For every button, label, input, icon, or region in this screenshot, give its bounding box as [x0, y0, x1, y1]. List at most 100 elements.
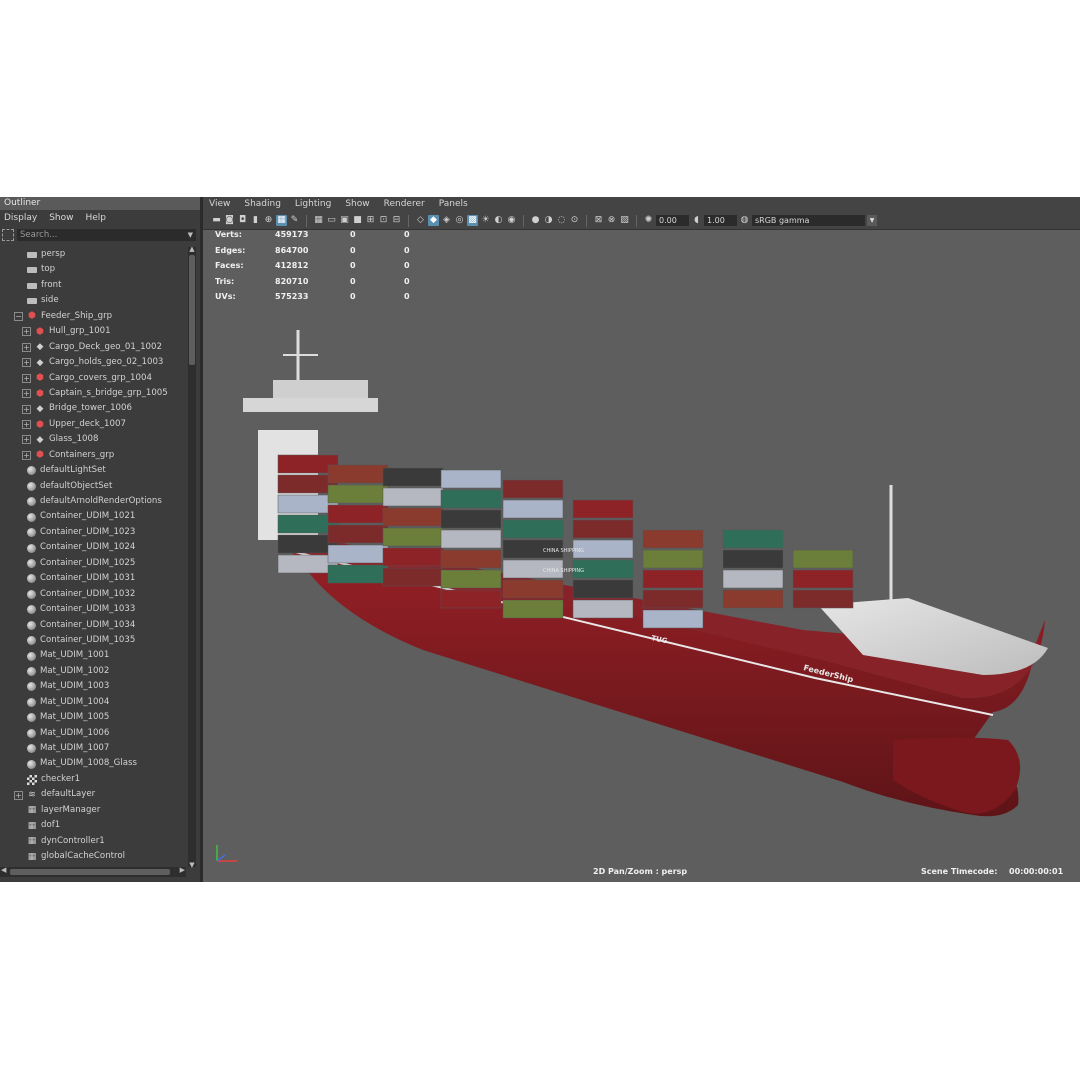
outliner-item[interactable]: Container_UDIM_1024	[0, 540, 186, 555]
expand-icon[interactable]: +	[22, 450, 31, 460]
scroll-up-icon[interactable]: ▲	[188, 245, 196, 253]
menu-view[interactable]: View	[209, 197, 230, 212]
outliner-item[interactable]: − ⬢ Feeder_Ship_grp	[0, 309, 186, 324]
outliner-item[interactable]: + ⬢ Hull_grp_1001	[0, 324, 186, 339]
default-material-icon[interactable]: ◈	[441, 215, 452, 226]
expand-icon[interactable]: +	[22, 358, 31, 368]
scroll-right-icon[interactable]: ▶	[180, 866, 185, 874]
gamma-field[interactable]: 1.00	[704, 215, 737, 226]
outliner-item[interactable]: + ⬢ Containers_grp	[0, 448, 186, 463]
gamma-icon[interactable]: ◖	[691, 215, 702, 226]
smooth-shade-icon[interactable]: ◆	[428, 215, 439, 226]
shadows-icon[interactable]: ◐	[493, 215, 504, 226]
outliner-item[interactable]: ▦ dynController1	[0, 834, 186, 849]
scroll-down-icon[interactable]: ▼	[188, 861, 196, 869]
outliner-item[interactable]: side	[0, 293, 186, 308]
outliner-item[interactable]: Container_UDIM_1031	[0, 571, 186, 586]
chevron-down-icon[interactable]: ▼	[867, 215, 877, 226]
expand-icon[interactable]: +	[22, 389, 31, 399]
outliner-item[interactable]: + ◆ Glass_1008	[0, 432, 186, 447]
outliner-item[interactable]: defaultObjectSet	[0, 479, 186, 494]
outliner-item[interactable]: Container_UDIM_1025	[0, 556, 186, 571]
gate-mask-icon[interactable]: ■	[352, 215, 363, 226]
expand-icon[interactable]: +	[22, 420, 31, 430]
outliner-item[interactable]: ▦ dof1	[0, 818, 186, 833]
outliner-item[interactable]: persp	[0, 247, 186, 262]
outliner-item[interactable]: Container_UDIM_1035	[0, 633, 186, 648]
bookmark-icon[interactable]: ◘	[237, 215, 248, 226]
viewport-panel[interactable]: View Shading Lighting Show Renderer Pane…	[203, 197, 1080, 882]
ambient-occlusion-icon[interactable]: ●	[530, 215, 541, 226]
menu-shading[interactable]: Shading	[244, 197, 281, 212]
scrollbar-thumb[interactable]	[189, 255, 195, 365]
outliner-item[interactable]: ▦ layerManager	[0, 803, 186, 818]
outliner-item[interactable]: + ⬢ Captain_s_bridge_grp_1005	[0, 386, 186, 401]
outliner-item[interactable]: + ⬢ Cargo_covers_grp_1004	[0, 371, 186, 386]
two-d-pan-icon[interactable]: ⊕	[263, 215, 274, 226]
outliner-item[interactable]: Mat_UDIM_1003	[0, 679, 186, 694]
menu-show[interactable]: Show	[345, 197, 369, 212]
wireframe-icon[interactable]: ◇	[415, 215, 426, 226]
outliner-item[interactable]: Container_UDIM_1033	[0, 602, 186, 617]
outliner-horizontal-scrollbar[interactable]: ◀ ▶	[0, 866, 186, 877]
film-gate-icon[interactable]: ▭	[326, 215, 337, 226]
outliner-item[interactable]: Mat_UDIM_1002	[0, 664, 186, 679]
chevron-down-icon[interactable]: ▼	[188, 229, 193, 241]
collapse-icon[interactable]: −	[14, 311, 23, 321]
outliner-item[interactable]: checker1	[0, 772, 186, 787]
outliner-item[interactable]: Mat_UDIM_1007	[0, 741, 186, 756]
outliner-item[interactable]: Container_UDIM_1023	[0, 525, 186, 540]
depth-of-field-icon[interactable]: ⊙	[569, 215, 580, 226]
motion-blur-icon[interactable]: ◑	[543, 215, 554, 226]
wireframe-on-shaded-icon[interactable]: ◎	[454, 215, 465, 226]
scrollbar-thumb[interactable]	[10, 869, 170, 875]
outliner-item[interactable]: + ⬢ Upper_deck_1007	[0, 417, 186, 432]
outliner-item[interactable]: + ≋ defaultLayer	[0, 787, 186, 802]
outliner-item[interactable]: + ◆ Cargo_holds_geo_02_1003	[0, 355, 186, 370]
expand-icon[interactable]: +	[22, 404, 31, 414]
menu-help[interactable]: Help	[85, 210, 106, 227]
isolate-select-icon[interactable]: ◉	[506, 215, 517, 226]
outliner-item[interactable]: Mat_UDIM_1004	[0, 695, 186, 710]
exposure-field[interactable]: 0.00	[656, 215, 689, 226]
backface-culling-icon[interactable]: ▧	[619, 215, 630, 226]
filter-icon[interactable]	[2, 229, 14, 241]
anti-aliasing-icon[interactable]: ◌	[556, 215, 567, 226]
camera-attributes-icon[interactable]: ◙	[224, 215, 235, 226]
safe-action-icon[interactable]: ⊡	[378, 215, 389, 226]
select-camera-icon[interactable]: ▬	[211, 215, 222, 226]
menu-panels[interactable]: Panels	[439, 197, 468, 212]
outliner-item[interactable]: Mat_UDIM_1008_Glass	[0, 756, 186, 771]
outliner-item[interactable]: Mat_UDIM_1001	[0, 648, 186, 663]
use-all-lights-icon[interactable]: ☀	[480, 215, 491, 226]
image-plane-icon[interactable]: ▮	[250, 215, 261, 226]
resolution-gate-icon[interactable]: ▣	[339, 215, 350, 226]
outliner-item[interactable]: defaultLightSet	[0, 463, 186, 478]
safe-title-icon[interactable]: ⊟	[391, 215, 402, 226]
expand-icon[interactable]: +	[14, 790, 23, 800]
outliner-item[interactable]: Mat_UDIM_1006	[0, 726, 186, 741]
textured-icon[interactable]: ▩	[467, 215, 478, 226]
outliner-item[interactable]: Container_UDIM_1021	[0, 509, 186, 524]
xray-joints-icon[interactable]: ⊗	[606, 215, 617, 226]
expand-icon[interactable]: +	[22, 435, 31, 445]
scroll-left-icon[interactable]: ◀	[1, 866, 6, 874]
menu-show[interactable]: Show	[49, 210, 73, 227]
grid-icon[interactable]: ▦	[313, 215, 324, 226]
outliner-item[interactable]: Container_UDIM_1032	[0, 587, 186, 602]
outliner-item[interactable]: front	[0, 278, 186, 293]
menu-lighting[interactable]: Lighting	[295, 197, 331, 212]
expand-icon[interactable]: +	[22, 327, 31, 337]
outliner-vertical-scrollbar[interactable]: ▲ ▼	[188, 245, 196, 869]
outliner-item[interactable]: top	[0, 262, 186, 277]
menu-display[interactable]: Display	[4, 210, 37, 227]
expand-icon[interactable]: +	[22, 373, 31, 383]
outliner-item[interactable]: Container_UDIM_1034	[0, 618, 186, 633]
expand-icon[interactable]: +	[22, 342, 31, 352]
xray-icon[interactable]: ⊠	[593, 215, 604, 226]
outliner-item[interactable]: Mat_UDIM_1005	[0, 710, 186, 725]
color-space-select[interactable]: sRGB gamma	[752, 215, 865, 226]
outliner-item[interactable]: defaultArnoldRenderOptions	[0, 494, 186, 509]
grease-pencil-icon[interactable]: ▦	[276, 215, 287, 226]
menu-renderer[interactable]: Renderer	[384, 197, 425, 212]
